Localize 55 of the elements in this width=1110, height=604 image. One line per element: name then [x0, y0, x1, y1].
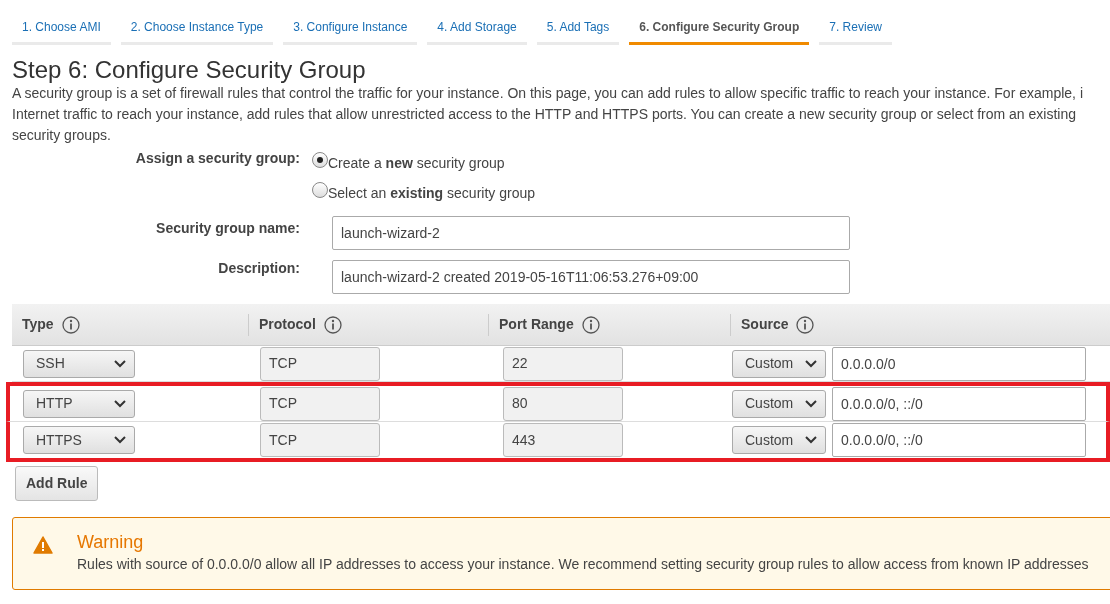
wizard-tab[interactable]: 2. Choose Instance Type [120, 16, 274, 45]
text-field[interactable]: launch-wizard-2 [332, 216, 850, 251]
wizard-tab[interactable]: 7. Review [819, 16, 892, 45]
protocol-field: TCP [260, 423, 380, 458]
wizard-tab[interactable]: 6. Configure Security Group [629, 16, 810, 45]
radio-option[interactable]: Select an existing security group [312, 178, 535, 209]
chevron-down-icon [114, 399, 126, 408]
port-range-field: 443 [503, 423, 623, 458]
page-title: Step 6: Configure Security Group [12, 57, 367, 84]
warning-icon [33, 536, 53, 555]
column-header: Protocol [259, 315, 316, 335]
description-text: Internet traffic to reach your instance, add rules that allow unrestricted access to the HTTP and HTTPS ports. You can create a new security group or select from an existing [12, 105, 1077, 125]
radio-label: Select an existing security group [328, 183, 535, 203]
radio-button[interactable] [312, 182, 328, 199]
description-text: A security group is a set of firewall rules that control the traffic for your instance. On this page, you can add rules to allow specific traffic to reach your instance. For example, i [12, 84, 1084, 104]
add-rule-button[interactable]: Add Rule [15, 466, 99, 502]
protocol-field: TCP [260, 346, 380, 381]
field-label: Assign a security group: [134, 149, 300, 169]
info-icon[interactable] [61, 315, 80, 334]
warning-text: Rules with source of 0.0.0.0/0 allow all IP addresses to access your instance. We recommend setting security group rules to allow access from known IP addresses [77, 555, 1089, 574]
port-range-field: 80 [503, 386, 623, 421]
type-dropdown[interactable]: HTTP [23, 389, 135, 418]
wizard-tab[interactable]: 1. Choose AMI [12, 16, 111, 45]
protocol-field: TCP [260, 386, 380, 421]
source-dropdown[interactable]: Custom [732, 389, 826, 418]
chevron-down-icon [114, 436, 126, 445]
radio-label: Create a new security group [328, 153, 505, 173]
source-dropdown[interactable]: Custom [732, 349, 826, 378]
source-dropdown[interactable]: Custom [732, 426, 826, 455]
column-header: Source [741, 315, 789, 335]
wizard-tab[interactable]: 3. Configure Instance [283, 16, 418, 45]
type-dropdown[interactable]: SSH [23, 349, 135, 378]
description-text: security groups. [12, 126, 112, 146]
info-icon[interactable] [796, 315, 815, 334]
type-dropdown[interactable]: HTTPS [23, 426, 135, 455]
column-header: Port Range [499, 315, 574, 335]
text-field[interactable]: launch-wizard-2 created 2019-05-16T11:06:53.276+09:00 [332, 260, 850, 295]
field-label: Security group name: [155, 219, 300, 239]
cidr-field[interactable]: 0.0.0.0/0, ::/0 [832, 386, 1086, 421]
cidr-field[interactable]: 0.0.0.0/0 [832, 346, 1086, 381]
chevron-down-icon [805, 399, 817, 408]
wizard-tab[interactable]: 5. Add Tags [536, 16, 620, 45]
chevron-down-icon [805, 436, 817, 445]
info-icon[interactable] [581, 315, 600, 334]
cidr-field[interactable]: 0.0.0.0/0, ::/0 [832, 423, 1086, 458]
port-range-field: 22 [503, 346, 623, 381]
info-icon[interactable] [323, 315, 342, 334]
wizard-tab[interactable]: 4. Add Storage [427, 16, 527, 45]
radio-button[interactable] [312, 152, 328, 169]
field-label: Description: [217, 259, 300, 279]
chevron-down-icon [805, 359, 817, 368]
chevron-down-icon [114, 359, 126, 368]
radio-option[interactable]: Create a new security group [312, 148, 505, 179]
warning-title: Warning [77, 532, 145, 554]
column-header: Type [22, 315, 54, 335]
